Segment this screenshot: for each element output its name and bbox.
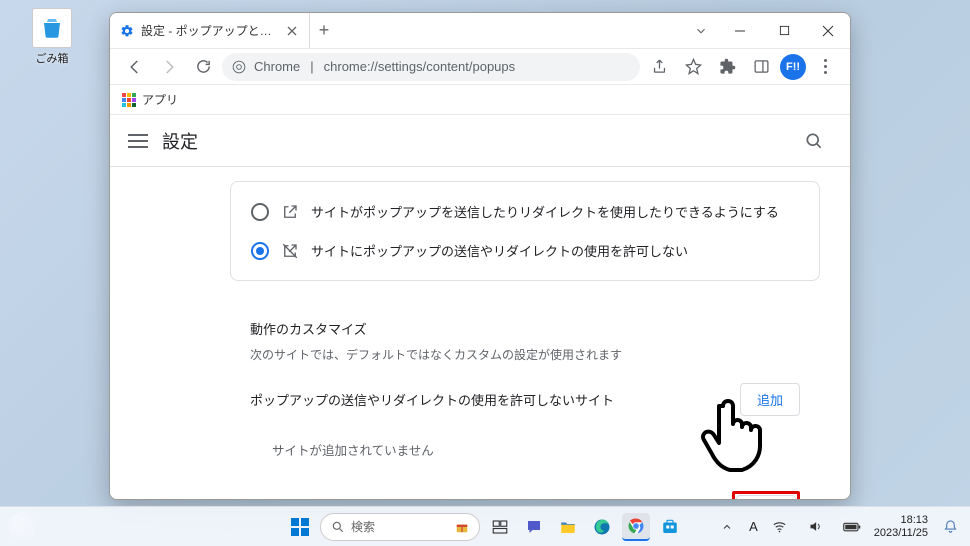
settings-gear-icon bbox=[120, 24, 134, 38]
clock-date: 2023/11/25 bbox=[874, 527, 928, 540]
close-window-button[interactable] bbox=[806, 13, 850, 48]
add-allowed-site-button[interactable]: 追加 bbox=[736, 495, 796, 499]
clock-time: 18:13 bbox=[874, 514, 928, 527]
tab-strip: 設定 - ポップアップとリダイレクト + bbox=[110, 13, 850, 49]
notifications-button[interactable] bbox=[936, 513, 964, 541]
chrome-button[interactable] bbox=[622, 513, 650, 541]
chrome-menu-button[interactable] bbox=[810, 59, 840, 74]
customize-section: 動作のカスタマイズ 次のサイトでは、デフォルトではなくカスタムの設定が使用されま… bbox=[230, 301, 820, 367]
back-button[interactable] bbox=[120, 52, 150, 82]
settings-search-button[interactable] bbox=[796, 123, 832, 159]
popup-block-icon bbox=[281, 242, 299, 260]
reload-button[interactable] bbox=[188, 52, 218, 82]
share-button[interactable] bbox=[644, 52, 674, 82]
wifi-icon[interactable] bbox=[766, 513, 794, 541]
option-allow-popups[interactable]: サイトがポップアップを送信したりリダイレクトを使用したりできるようにする bbox=[231, 192, 819, 231]
clock[interactable]: 18:13 2023/11/25 bbox=[874, 514, 928, 539]
add-blocked-site-button[interactable]: 追加 bbox=[740, 383, 800, 416]
allowed-sites-row: ポップアップの送信やリダイレクトの使用を許可するサイト 追加 bbox=[230, 475, 820, 499]
option-allow-label: サイトがポップアップを送信したりリダイレクトを使用したりできるようにする bbox=[311, 202, 779, 221]
settings-scroll[interactable]: サイトがポップアップを送信したりリダイレクトを使用したりできるようにする サイト… bbox=[220, 167, 830, 499]
bookmarks-bar: アプリ bbox=[110, 85, 850, 115]
chrome-window: 設定 - ポップアップとリダイレクト + bbox=[109, 12, 851, 500]
url-origin: Chrome bbox=[254, 59, 300, 74]
profile-avatar[interactable]: F!! bbox=[780, 54, 806, 80]
browser-tab[interactable]: 設定 - ポップアップとリダイレクト bbox=[110, 13, 310, 48]
customize-desc: 次のサイトでは、デフォルトではなくカスタムの設定が使用されます bbox=[250, 346, 800, 363]
settings-menu-button[interactable] bbox=[128, 134, 148, 148]
tab-title: 設定 - ポップアップとリダイレクト bbox=[141, 22, 278, 39]
settings-header: 設定 bbox=[110, 115, 850, 167]
radio-selected-icon bbox=[251, 242, 269, 260]
bookmark-star-button[interactable] bbox=[678, 52, 708, 82]
search-icon bbox=[331, 520, 345, 534]
toolbar: Chrome | chrome://settings/content/popup… bbox=[110, 49, 850, 85]
tab-close-button[interactable] bbox=[285, 24, 299, 38]
side-panel-button[interactable] bbox=[746, 52, 776, 82]
explorer-button[interactable] bbox=[554, 513, 582, 541]
blocked-sites-title: ポップアップの送信やリダイレクトの使用を許可しないサイト bbox=[250, 390, 614, 409]
chat-button[interactable] bbox=[520, 513, 548, 541]
page-title: 設定 bbox=[162, 128, 198, 154]
apps-shortcut[interactable]: アプリ bbox=[122, 91, 178, 108]
ime-indicator[interactable]: A bbox=[749, 519, 758, 534]
minimize-button[interactable] bbox=[718, 13, 762, 48]
edge-button[interactable] bbox=[588, 513, 616, 541]
forward-button[interactable] bbox=[154, 52, 184, 82]
blocked-sites-empty: サイトが追加されていません bbox=[230, 432, 820, 475]
settings-content: サイトがポップアップを送信したりリダイレクトを使用したりできるようにする サイト… bbox=[110, 167, 850, 499]
taskbar: 検索 A 18:13 2023/11/25 bbox=[0, 506, 970, 546]
extensions-button[interactable] bbox=[712, 52, 742, 82]
popup-allow-icon bbox=[281, 203, 299, 221]
maximize-button[interactable] bbox=[762, 13, 806, 48]
customize-heading: 動作のカスタマイズ bbox=[250, 319, 800, 338]
system-tray: A 18:13 2023/11/25 bbox=[713, 513, 964, 541]
store-button[interactable] bbox=[656, 513, 684, 541]
recycle-bin-label: ごみ箱 bbox=[28, 50, 76, 66]
taskbar-center: 検索 bbox=[286, 513, 684, 541]
radio-unselected-icon bbox=[251, 203, 269, 221]
recycle-bin-icon bbox=[32, 8, 72, 48]
option-block-label: サイトにポップアップの送信やリダイレクトの使用を許可しない bbox=[311, 241, 688, 260]
taskbar-search[interactable]: 検索 bbox=[320, 513, 480, 541]
start-button[interactable] bbox=[286, 513, 314, 541]
apps-grid-icon bbox=[122, 93, 136, 107]
highlight-box: 追加 bbox=[732, 491, 800, 499]
tray-overflow-button[interactable] bbox=[713, 513, 741, 541]
default-behavior-card: サイトがポップアップを送信したりリダイレクトを使用したりできるようにする サイト… bbox=[230, 181, 820, 281]
chrome-icon bbox=[232, 60, 246, 74]
volume-icon[interactable] bbox=[802, 513, 830, 541]
url-path: chrome://settings/content/popups bbox=[324, 59, 516, 74]
task-view-button[interactable] bbox=[486, 513, 514, 541]
taskbar-search-placeholder: 検索 bbox=[351, 518, 375, 535]
option-block-popups[interactable]: サイトにポップアップの送信やリダイレクトの使用を許可しない bbox=[231, 231, 819, 270]
blocked-sites-row: ポップアップの送信やリダイレクトの使用を許可しないサイト 追加 bbox=[230, 367, 820, 432]
battery-icon[interactable] bbox=[838, 513, 866, 541]
apps-label: アプリ bbox=[142, 91, 178, 108]
address-bar[interactable]: Chrome | chrome://settings/content/popup… bbox=[222, 53, 640, 81]
tabs-overflow-button[interactable] bbox=[684, 13, 718, 48]
gift-icon bbox=[455, 520, 469, 534]
new-tab-button[interactable]: + bbox=[310, 13, 338, 48]
recycle-bin[interactable]: ごみ箱 bbox=[28, 8, 76, 66]
